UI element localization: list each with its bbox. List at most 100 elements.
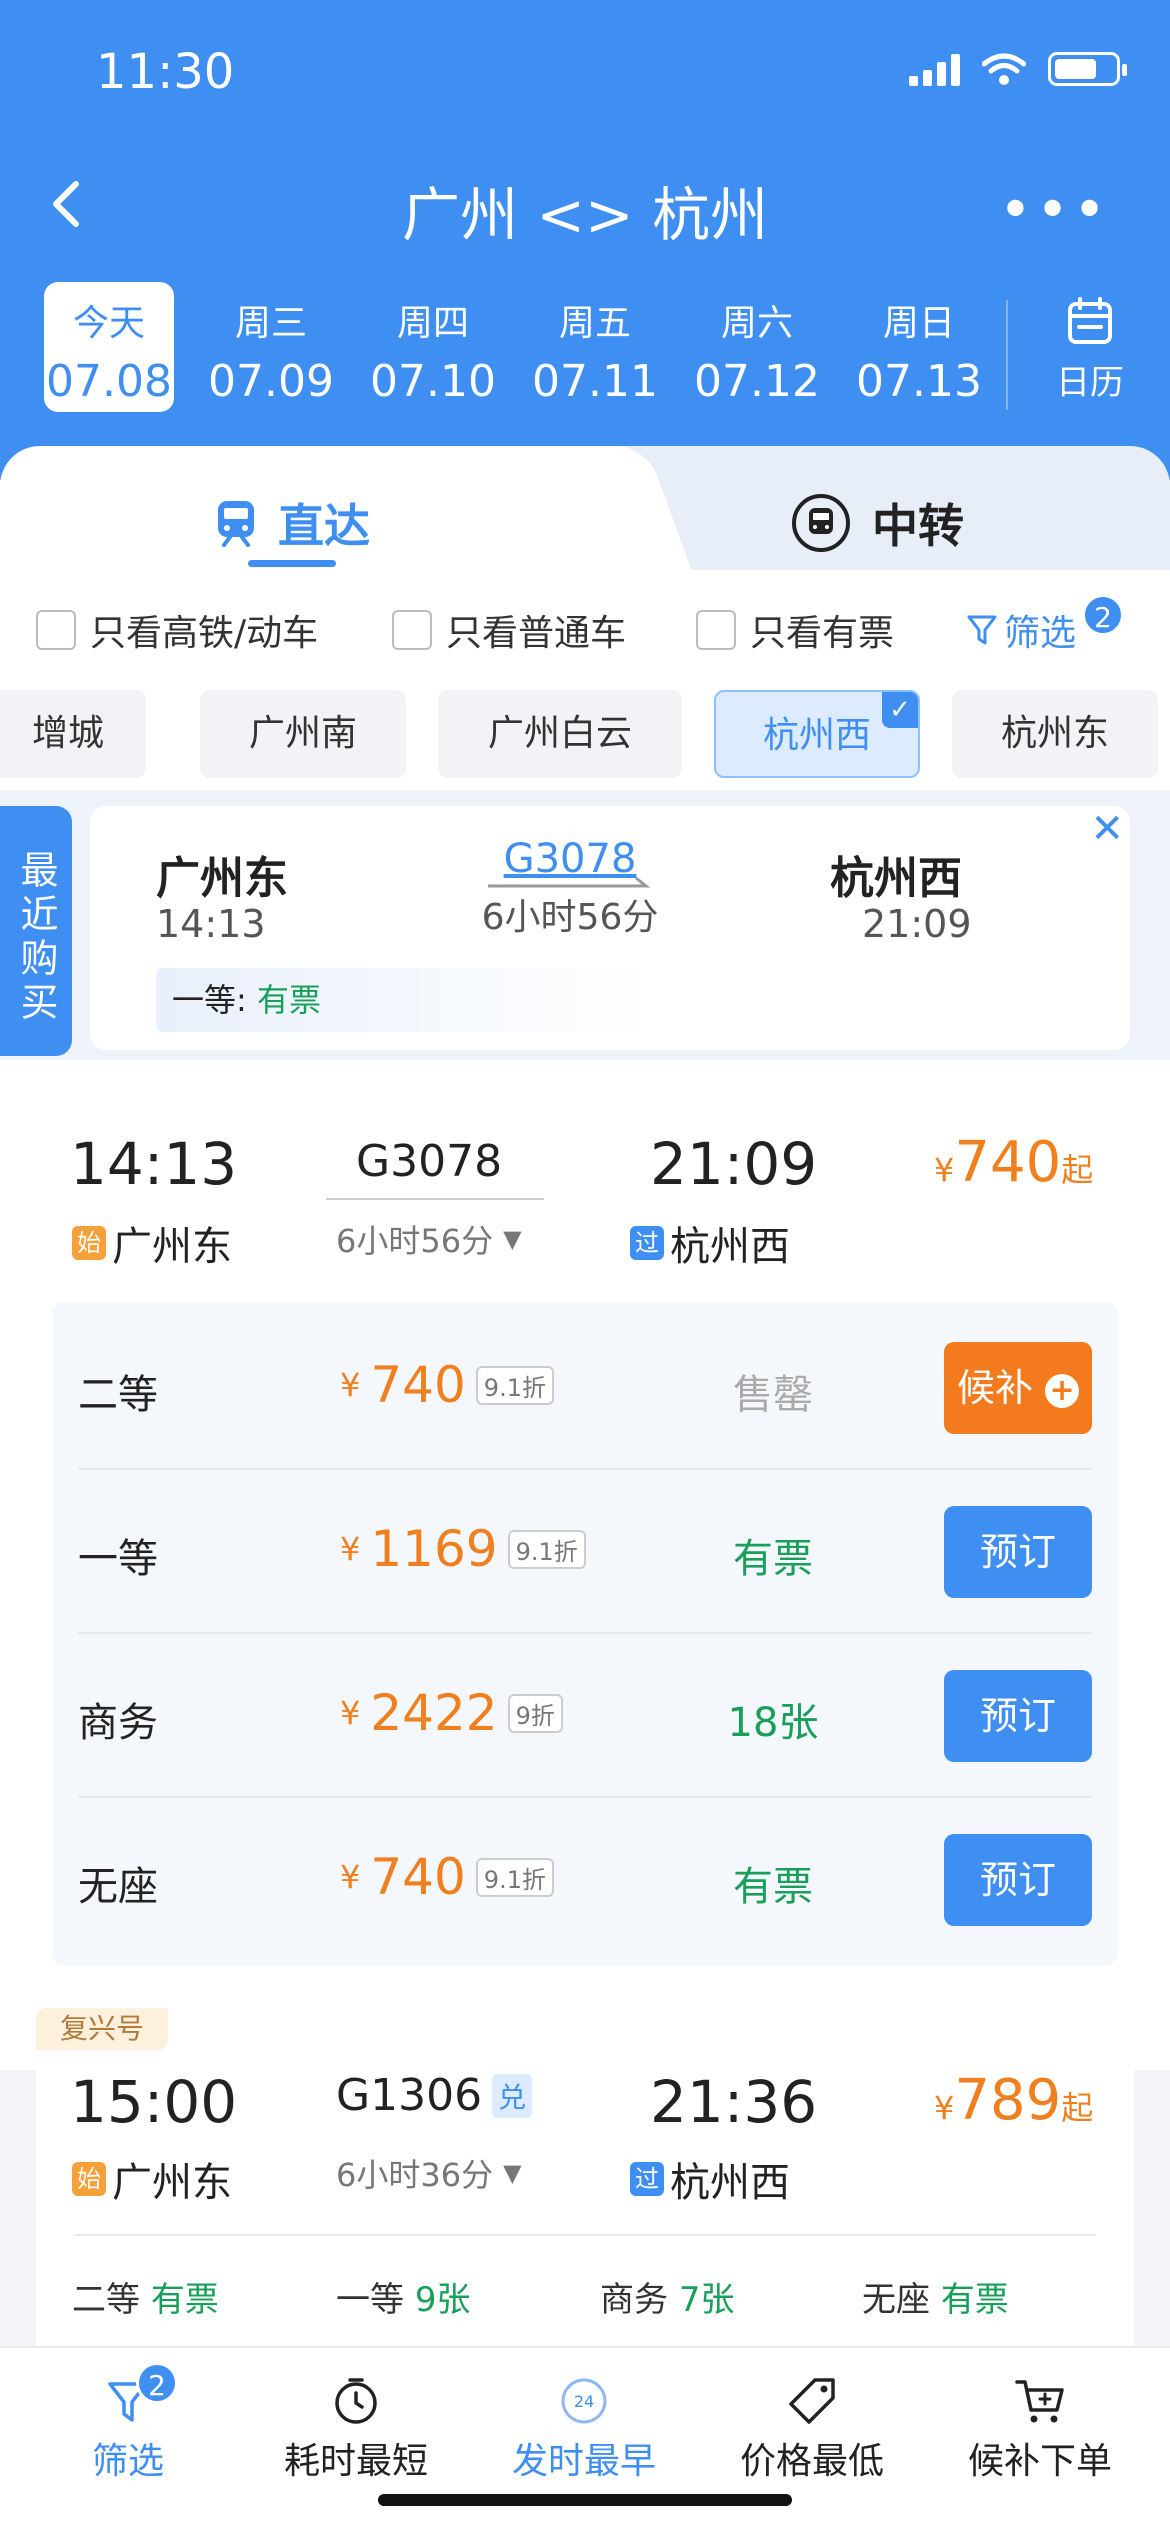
date-item[interactable]: 周五 07.11	[530, 282, 660, 412]
filter-button[interactable]: 筛选 2	[966, 594, 1125, 656]
close-icon[interactable]: ✕	[1090, 806, 1124, 852]
page-title: 广州 <> 杭州	[401, 181, 769, 249]
discount-badge: 9.1折	[507, 1529, 586, 1569]
origin-tag: 始	[72, 1226, 106, 1260]
discount-badge: 9.1折	[475, 1365, 554, 1405]
seat-status: 有票	[940, 2280, 1009, 2320]
seat-price: ¥740 9.1折	[340, 1356, 554, 1414]
seat-class: 商务	[600, 2280, 668, 2320]
more-icon[interactable]: •••	[999, 178, 1110, 243]
duration-toggle[interactable]: 6小时56分 ▼	[336, 1216, 522, 1262]
seat-status: 7张	[678, 2280, 735, 2320]
filter-normal[interactable]: 只看普通车	[392, 604, 626, 656]
station-chips: 增城 广州南 广州白云 杭州西 ✓ 杭州东	[0, 690, 1170, 780]
station-chip[interactable]: 广州南	[200, 690, 406, 778]
signal-icon	[909, 52, 960, 86]
seat-class: 无座	[78, 1864, 158, 1910]
duration-toggle[interactable]: 6小时36分 ▼	[336, 2150, 522, 2196]
station-chip[interactable]: 广州白云	[438, 690, 682, 778]
calendar-icon	[1068, 297, 1112, 344]
date-item[interactable]: 周六 07.12	[692, 282, 822, 412]
arrival-station: 过 杭州西	[630, 1214, 790, 1272]
date-item[interactable]: 周四 07.10	[368, 282, 498, 412]
check-icon: ✓	[882, 692, 918, 728]
weekday-label: 周日	[882, 303, 955, 344]
checkbox[interactable]	[392, 610, 432, 650]
checkbox[interactable]	[36, 610, 76, 650]
recent-to-station: 杭州西	[830, 853, 962, 904]
recent-seat-info: 一等: 有票	[156, 968, 656, 1032]
bottom-filter-button[interactable]: 2 筛选	[38, 2362, 218, 2484]
transfer-train-icon	[792, 494, 850, 552]
date-label: 07.12	[694, 356, 820, 407]
station-name: 广州东	[112, 2160, 232, 2206]
clock-24-icon: 24	[561, 2378, 607, 2424]
calendar-button[interactable]: 日历	[1040, 296, 1140, 404]
weekday-label: 周六	[720, 303, 793, 344]
waitlist-button[interactable]: 候补 +	[944, 1342, 1092, 1434]
seat-class: 无座	[862, 2280, 930, 2320]
date-label: 07.10	[370, 356, 496, 407]
filter-count-badge: 2	[136, 2362, 178, 2404]
date-label: 07.08	[46, 356, 172, 407]
station-chip[interactable]: 增城	[0, 690, 146, 778]
weekday-label: 周五	[558, 303, 631, 344]
station-chip-selected[interactable]: 杭州西 ✓	[714, 690, 920, 778]
date-label: 07.11	[532, 356, 658, 407]
seat-class: 商务	[78, 1700, 158, 1746]
station-name: 杭州西	[670, 2160, 790, 2206]
price-tag-icon	[789, 2378, 835, 2424]
book-button[interactable]: 预订	[944, 1506, 1092, 1598]
seat-status: 有票	[733, 1536, 813, 1582]
seat-class: 二等	[78, 1372, 158, 1418]
seat-status: 有票	[256, 981, 321, 1019]
tab-direct[interactable]: 直达	[214, 490, 370, 556]
date-item[interactable]: 周日 07.13	[854, 282, 984, 412]
price-value: 740	[370, 1848, 466, 1906]
book-button[interactable]: 预订	[944, 1670, 1092, 1762]
train-number: G1306 兑	[336, 2070, 533, 2121]
seat-status: 有票	[150, 2280, 219, 2320]
filter-label: 只看高铁/动车	[90, 613, 319, 654]
date-selector: 今天 07.08 周三 07.09 周四 07.10 周五 07.11 周六 0…	[0, 282, 1170, 412]
currency: ¥	[340, 1530, 361, 1568]
filter-label: 只看有票	[750, 613, 895, 654]
calendar-label: 日历	[1056, 363, 1124, 403]
waitlist-order-button[interactable]: 候补下单	[950, 2370, 1130, 2484]
price-value: 740	[954, 1130, 1062, 1195]
filter-label: 筛选	[1004, 613, 1077, 654]
date-item[interactable]: 今天 07.08	[44, 282, 174, 412]
filter-available[interactable]: 只看有票	[696, 604, 894, 656]
discount-badge: 9折	[507, 1693, 563, 1733]
seat-row: 商务 ¥2422 9折 18张 预订	[78, 1634, 1092, 1798]
sort-earliest-button[interactable]: 24 发时最早	[494, 2370, 674, 2484]
weekday-label: 周四	[396, 303, 469, 344]
book-button[interactable]: 预订	[944, 1834, 1092, 1926]
duration: 6小时36分	[336, 2156, 494, 2194]
seat-class: 二等	[72, 2280, 140, 2320]
recent-duration: 6小时56分	[481, 897, 659, 938]
tab-transfer[interactable]: 中转	[790, 490, 964, 556]
station-name: 广州东	[112, 1224, 232, 1270]
station-name: 杭州西	[670, 1224, 790, 1270]
currency: ¥	[340, 1366, 361, 1404]
active-tab-indicator	[248, 560, 336, 567]
checkbox[interactable]	[696, 610, 736, 650]
status-icons	[909, 52, 1127, 86]
sort-cheapest-button[interactable]: 价格最低	[722, 2370, 902, 2484]
currency: ¥	[340, 1858, 361, 1896]
arrival-time: 21:09	[650, 1130, 818, 1198]
currency: ¥	[934, 1151, 955, 1189]
redeem-badge: 兑	[492, 2073, 533, 2118]
currency: ¥	[340, 1694, 361, 1732]
filter-high-speed[interactable]: 只看高铁/动车	[36, 604, 318, 656]
toolbar-label: 价格最低	[739, 2441, 884, 2482]
sort-shortest-button[interactable]: 耗时最短	[266, 2370, 446, 2484]
wifi-icon	[982, 53, 1026, 85]
date-item[interactable]: 周三 07.09	[206, 282, 336, 412]
toolbar-label: 筛选	[91, 2441, 164, 2482]
station-chip[interactable]: 杭州东	[952, 690, 1158, 778]
divider	[1006, 300, 1008, 410]
seat-label: 一等:	[172, 981, 247, 1019]
price-suffix: 起	[1061, 1151, 1094, 1189]
